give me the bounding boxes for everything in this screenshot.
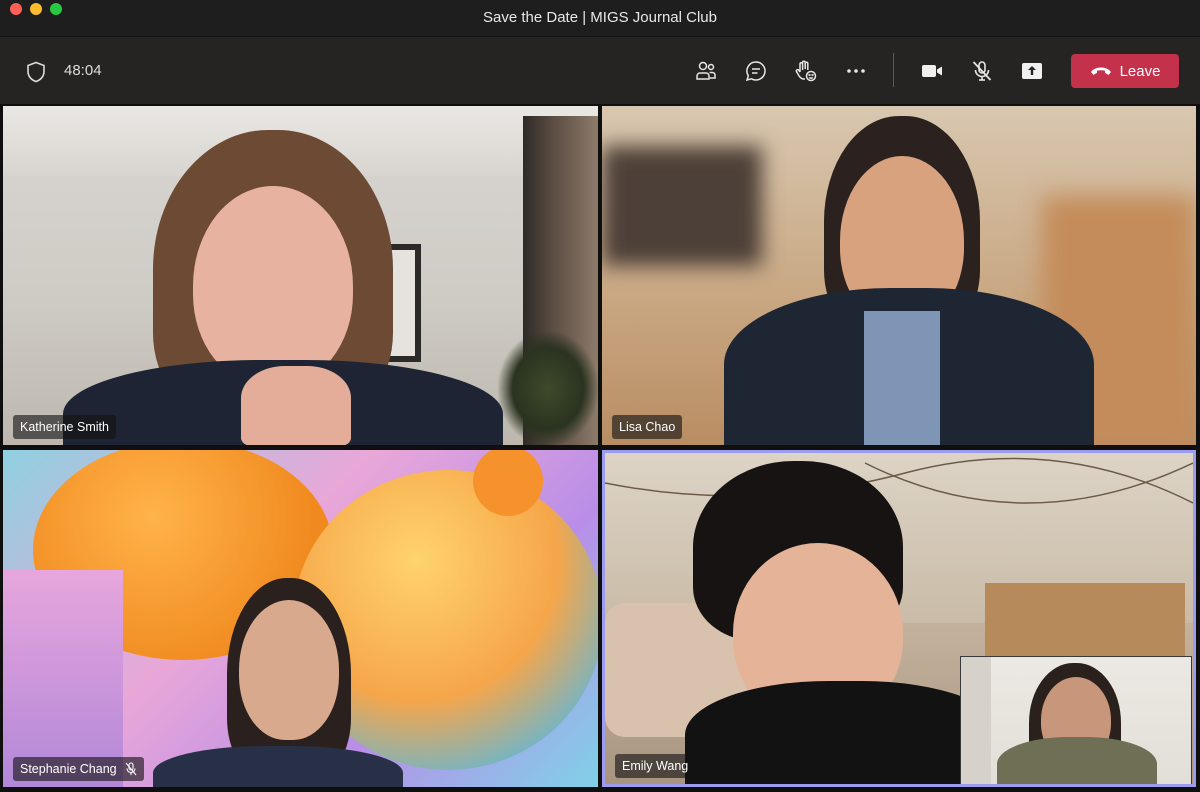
leave-label: Leave: [1119, 62, 1161, 80]
hang-up-icon: [1090, 67, 1111, 75]
participant-name: Lisa Chao: [619, 420, 676, 434]
plant: [498, 331, 598, 445]
participant-name: Emily Wang: [622, 759, 689, 773]
name-tag: Stephanie Chang: [13, 757, 144, 781]
person-face: [193, 186, 353, 386]
shield-icon[interactable]: [26, 61, 46, 83]
background-shelf: [602, 146, 762, 266]
meeting-toolbar: 48:04 Leave: [0, 36, 1200, 104]
person-body: [153, 746, 403, 787]
chat-button[interactable]: [740, 55, 772, 87]
video-tile-katherine-smith[interactable]: Katherine Smith: [3, 106, 598, 445]
raise-hand-icon: [795, 60, 817, 82]
video-tile-stephanie-chang[interactable]: Stephanie Chang: [3, 450, 598, 787]
self-view-wall: [961, 657, 991, 784]
video-tile-lisa-chao[interactable]: Lisa Chao: [602, 106, 1196, 445]
name-tag: Emily Wang: [615, 754, 696, 778]
participant-name: Stephanie Chang: [20, 762, 117, 776]
person-hand: [241, 366, 351, 445]
toolbar-divider: [893, 53, 894, 87]
reactions-button[interactable]: [790, 55, 822, 87]
camera-button[interactable]: [916, 55, 948, 87]
share-screen-icon: [1022, 63, 1042, 79]
mic-off-icon: [125, 762, 137, 776]
mute-button[interactable]: [966, 55, 998, 87]
person-scrubs: [864, 311, 940, 445]
person-body: [685, 681, 1005, 784]
self-view-body: [997, 737, 1157, 784]
more-icon: [847, 69, 865, 73]
background-sphere-pink: [3, 570, 123, 787]
share-screen-button[interactable]: [1016, 55, 1048, 87]
leave-button[interactable]: Leave: [1071, 54, 1179, 88]
person-face: [239, 600, 339, 740]
meeting-timer: 48:04: [64, 62, 102, 79]
participant-name: Katherine Smith: [20, 420, 109, 434]
camera-icon: [922, 65, 942, 77]
participants-icon: [696, 61, 716, 80]
window-title: Save the Date | MIGS Journal Club: [482, 9, 717, 26]
name-tag: Lisa Chao: [612, 415, 683, 439]
name-tag: Katherine Smith: [13, 415, 116, 439]
participants-button[interactable]: [690, 55, 722, 87]
self-view-video[interactable]: [960, 656, 1192, 784]
chat-icon: [745, 61, 766, 82]
mic-off-icon: [972, 61, 992, 81]
video-tile-emily-wang[interactable]: Emily Wang: [602, 450, 1196, 787]
more-options-button[interactable]: [840, 55, 872, 87]
window-titlebar: Save the Date | MIGS Journal Club: [0, 0, 1200, 36]
